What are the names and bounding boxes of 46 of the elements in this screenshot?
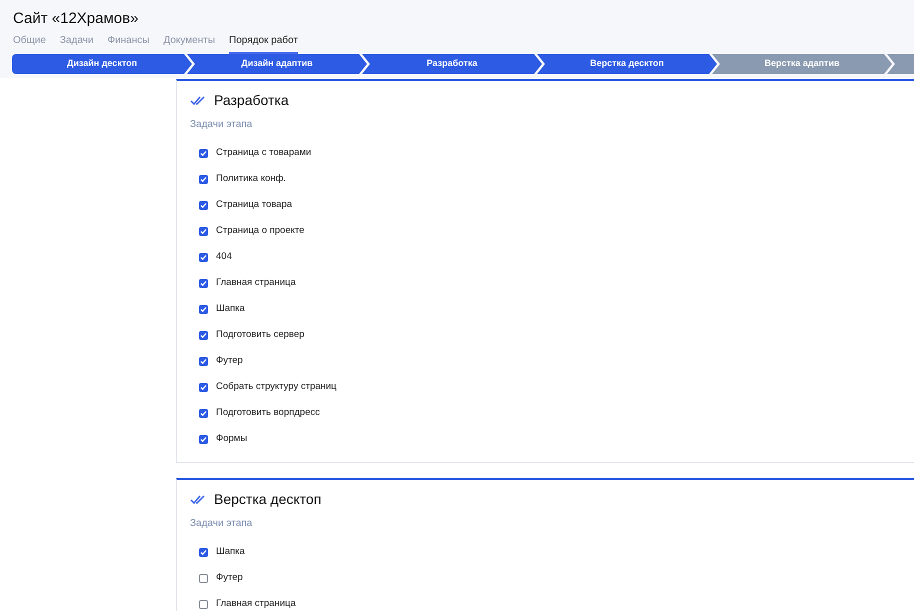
stage-step[interactable]: Верстка адаптив — [712, 54, 892, 74]
task-label: Футер — [216, 570, 243, 585]
stage-step[interactable]: Разработка — [362, 54, 542, 74]
tab[interactable]: Задачи — [60, 35, 94, 54]
checkbox[interactable] — [199, 148, 208, 158]
task-label: Страница с товарами — [216, 146, 312, 160]
task-label: Шапка — [216, 302, 245, 316]
checkbox[interactable] — [199, 382, 208, 392]
checkbox[interactable] — [199, 304, 208, 314]
task-label: Собрать структуру страниц — [216, 380, 337, 394]
checkbox[interactable] — [199, 356, 208, 366]
checkbox[interactable] — [199, 548, 208, 556]
double-check-icon — [190, 494, 206, 504]
checkbox[interactable] — [199, 226, 208, 236]
task-label: Главная страница — [216, 276, 296, 290]
page-title: Сайт «12Храмов» — [13, 9, 140, 29]
checkbox[interactable] — [199, 574, 208, 582]
stage-step[interactable]: Дизайн адаптив — [187, 54, 367, 74]
checkbox[interactable] — [199, 252, 208, 262]
stage-step[interactable]: Дизайн десктоп — [12, 54, 192, 74]
checkbox[interactable] — [199, 600, 208, 608]
tab[interactable]: Финансы — [107, 35, 150, 54]
task-label: Футер — [216, 354, 243, 368]
task-label: Формы — [216, 432, 248, 446]
checkbox[interactable] — [199, 330, 208, 340]
checkbox[interactable] — [199, 278, 208, 288]
task-label: Подготовить ворпдресс — [216, 406, 320, 420]
checkbox[interactable] — [199, 200, 208, 210]
task-label: Шапка — [216, 544, 245, 559]
stage-title: Разработка — [214, 91, 289, 110]
task-label: 404 — [216, 250, 232, 264]
double-check-icon — [190, 96, 206, 106]
stage-subtitle: Задачи этапа — [190, 118, 254, 132]
task-label: Подготовить сервер — [216, 328, 304, 342]
stage-step[interactable]: Верстка десктоп — [537, 54, 717, 74]
checkbox[interactable] — [199, 408, 208, 418]
task-label: Страница товара — [216, 198, 292, 212]
task-label: Политика конф. — [216, 172, 286, 186]
tab[interactable]: Общие — [13, 35, 46, 54]
stage-title: Верстка десктоп — [214, 490, 322, 509]
task-label: Главная страница — [216, 596, 296, 611]
checkbox[interactable] — [199, 174, 208, 184]
task-label: Страница о проекте — [216, 224, 304, 238]
tab[interactable]: Документы — [163, 35, 216, 54]
stage-subtitle: Задачи этапа — [190, 517, 254, 531]
checkbox[interactable] — [199, 434, 208, 444]
